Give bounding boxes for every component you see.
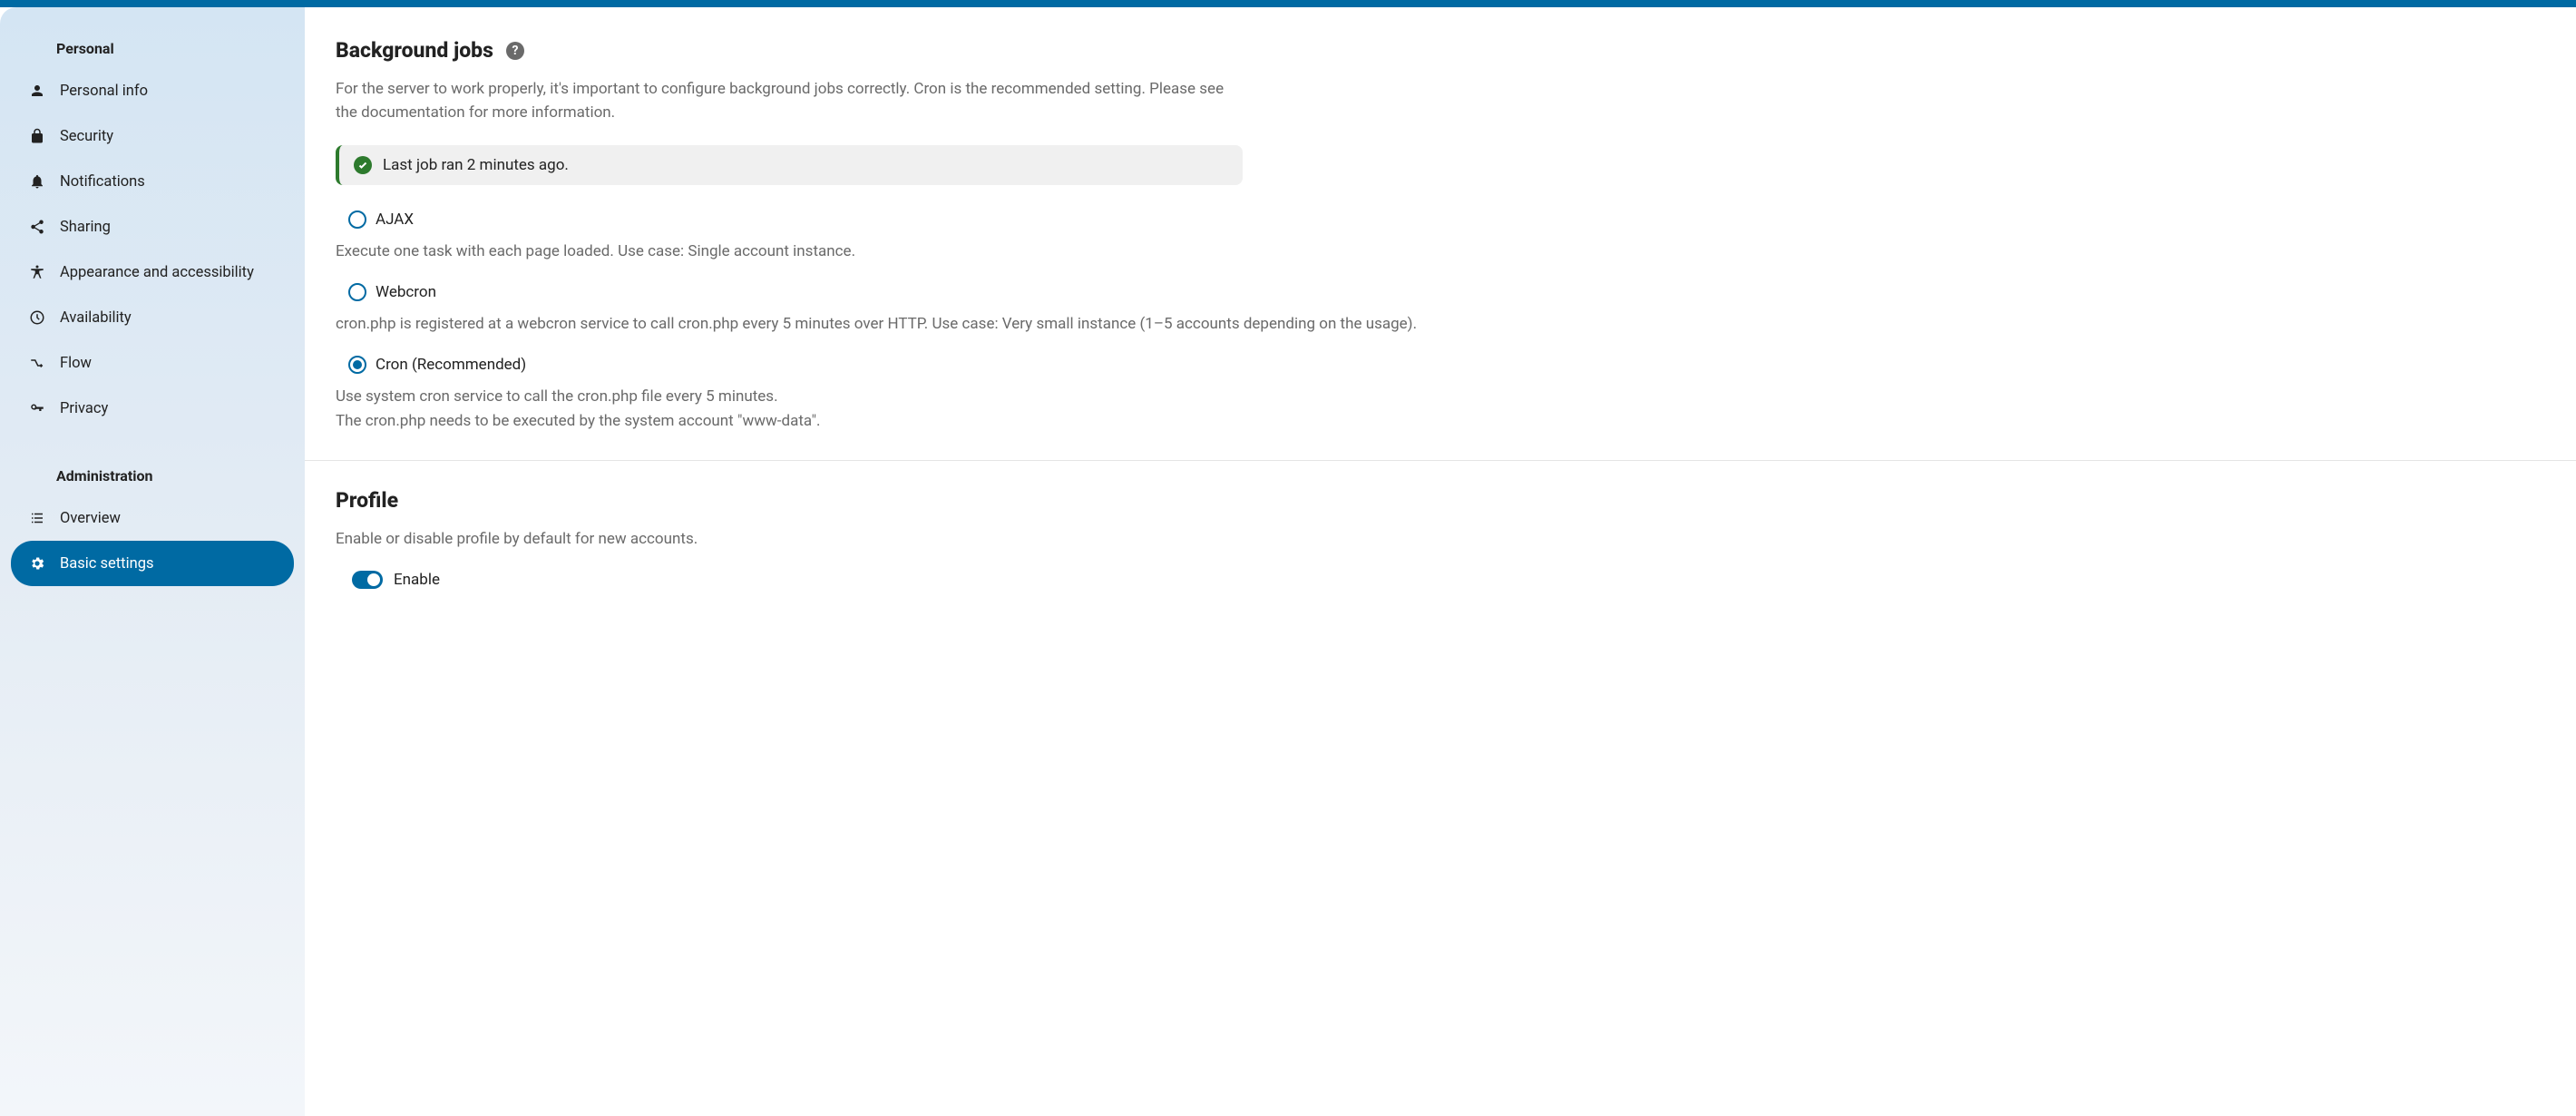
cron-desc: Use system cron service to call the cron… [336,385,2558,433]
clock-icon [27,308,47,328]
radio-label: Webcron [376,283,436,301]
radio-ajax[interactable]: AJAX [348,210,2558,229]
help-icon[interactable]: ? [506,42,524,60]
sidebar-item-label: Flow [60,355,92,372]
radio-webcron[interactable]: Webcron [348,283,2558,301]
sidebar-item-availability[interactable]: Availability [11,295,294,340]
flow-icon [27,353,47,373]
sidebar-item-label: Appearance and accessibility [60,264,254,281]
bell-icon [27,171,47,191]
sidebar-item-label: Availability [60,309,132,327]
sidebar-item-flow[interactable]: Flow [11,340,294,386]
list-icon [27,508,47,528]
background-jobs-title: Background jobs [336,38,493,63]
sidebar-item-label: Sharing [60,219,111,236]
sidebar-item-sharing[interactable]: Sharing [11,204,294,250]
last-job-status: Last job ran 2 minutes ago. [336,145,1243,185]
sidebar-heading-personal: Personal [11,29,294,68]
profile-enable-toggle[interactable]: Enable [352,571,2558,589]
user-icon [27,81,47,101]
radio-label: Cron (Recommended) [376,356,526,374]
sidebar-item-basic-settings[interactable]: Basic settings [11,541,294,586]
section-divider [305,460,2576,461]
sidebar-item-label: Overview [60,510,121,527]
gear-icon [27,553,47,573]
share-icon [27,217,47,237]
profile-title: Profile [336,488,2558,513]
sidebar-item-label: Security [60,128,113,145]
sidebar: Personal Personal info Security Notifica… [0,7,305,1116]
profile-desc: Enable or disable profile by default for… [336,527,1244,551]
sidebar-item-notifications[interactable]: Notifications [11,159,294,204]
sidebar-heading-administration: Administration [11,456,294,495]
background-jobs-desc: For the server to work properly, it's im… [336,77,1244,125]
sidebar-item-label: Basic settings [60,555,153,573]
radio-icon [348,356,366,374]
sidebar-item-label: Privacy [60,400,108,417]
radio-icon [348,283,366,301]
toggle-switch-icon [352,571,383,589]
sidebar-item-security[interactable]: Security [11,113,294,159]
radio-label: AJAX [376,210,414,229]
webcron-desc: cron.php is registered at a webcron serv… [336,312,2558,336]
radio-icon [348,210,366,229]
sidebar-item-personal-info[interactable]: Personal info [11,68,294,113]
key-icon [27,398,47,418]
sidebar-item-appearance[interactable]: Appearance and accessibility [11,250,294,295]
ajax-desc: Execute one task with each page loaded. … [336,240,2558,263]
top-bar [0,0,2576,7]
radio-cron[interactable]: Cron (Recommended) [348,356,2558,374]
sidebar-item-label: Notifications [60,173,145,191]
main-content: Background jobs ? For the server to work… [305,7,2576,1116]
sidebar-item-privacy[interactable]: Privacy [11,386,294,431]
status-text: Last job ran 2 minutes ago. [383,156,569,174]
toggle-label: Enable [394,571,440,589]
sidebar-item-label: Personal info [60,83,148,100]
sidebar-item-overview[interactable]: Overview [11,495,294,541]
lock-icon [27,126,47,146]
check-icon [354,156,372,174]
accessibility-icon [27,262,47,282]
